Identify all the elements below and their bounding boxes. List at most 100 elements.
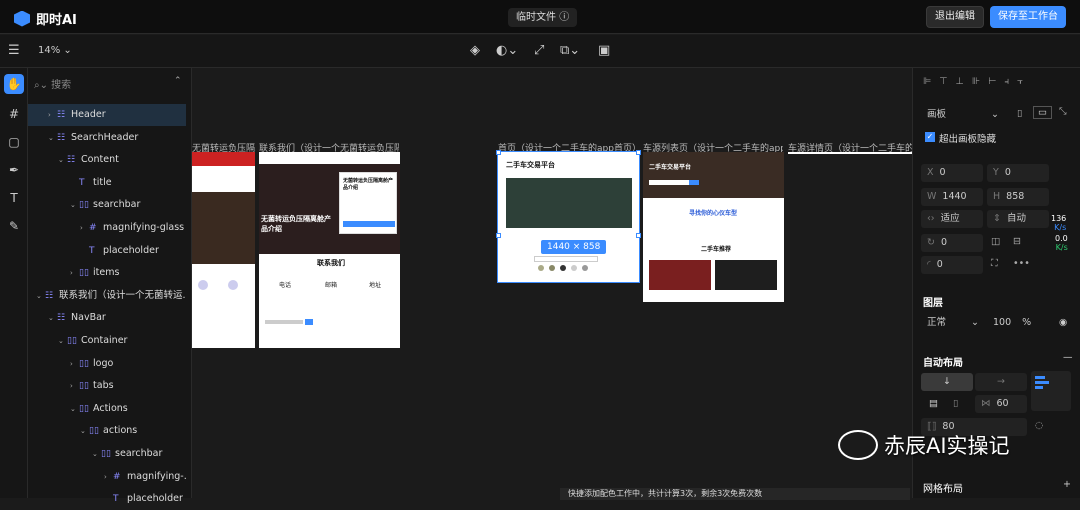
flip-v-icon[interactable]: ⊟ xyxy=(1013,236,1021,247)
frame-car-list[interactable]: 二手车交易平台 寻找你的心仪车型 二手车推荐 xyxy=(643,152,784,302)
expand-arrow-icon[interactable]: ⌄ xyxy=(70,194,79,216)
frame-icon[interactable]: ▣ xyxy=(598,44,610,58)
layer-item[interactable]: ⌄ ☷ NavBar xyxy=(28,307,186,329)
pen-tool-icon[interactable]: ✒ xyxy=(4,160,24,180)
expand-arrow-icon[interactable]: ⌄ xyxy=(58,149,67,171)
zoom-select[interactable]: 14% ⌄ xyxy=(38,45,72,56)
width-sizing-select[interactable]: ‹› 适应 xyxy=(921,210,983,228)
flip-h-icon[interactable]: ◫ xyxy=(991,236,1000,247)
layer-item[interactable]: ⌄ ☷ SearchHeader xyxy=(28,127,186,149)
height-sizing-select[interactable]: ⇕ 自动 xyxy=(987,210,1049,228)
brand-icons xyxy=(538,265,598,273)
add-grid-icon[interactable]: + xyxy=(1063,479,1071,490)
fit-icon[interactable]: ⤡ xyxy=(1059,106,1067,117)
menu-icon[interactable]: ☰ xyxy=(8,44,20,58)
resize-icon[interactable]: ⤢ xyxy=(534,44,544,58)
exit-edit-button[interactable]: 退出编辑 xyxy=(926,6,984,28)
landscape-icon[interactable]: ▭ xyxy=(1033,106,1052,119)
selection-handle[interactable] xyxy=(496,150,501,155)
info-icon[interactable]: ⓘ xyxy=(559,12,569,23)
layer-item[interactable]: T placeholder xyxy=(28,488,186,510)
expand-arrow-icon[interactable]: ⌄ xyxy=(48,127,57,149)
frame-app-home[interactable]: 二手车交易平台 xyxy=(497,151,640,283)
expand-arrow-icon[interactable]: ⌄ xyxy=(48,307,57,329)
remove-auto-layout-icon[interactable]: — xyxy=(1063,352,1073,363)
frame-car-detail[interactable] xyxy=(788,152,912,154)
gap-field[interactable]: ⋈ 60 xyxy=(975,395,1027,413)
layer-type-icon: # xyxy=(89,223,97,233)
layer-item[interactable]: T title xyxy=(28,172,186,194)
expand-arrow-icon[interactable]: ⌄ xyxy=(70,398,79,420)
watermark: 赤辰AI实操记 xyxy=(838,430,1010,460)
selection-handle[interactable] xyxy=(636,233,641,238)
direction-horizontal-button[interactable]: → xyxy=(975,373,1027,391)
x-field[interactable]: X0 xyxy=(921,164,983,182)
expand-arrow-icon[interactable]: ⌄ xyxy=(92,443,101,465)
layer-item[interactable]: › ▯▯ logo xyxy=(28,353,186,375)
rotation-field[interactable]: ↻ 0 xyxy=(921,234,983,252)
visibility-eye-icon[interactable]: ◉ xyxy=(1059,317,1067,328)
layer-label: NavBar xyxy=(71,312,106,324)
selection-handle[interactable] xyxy=(496,233,501,238)
collapse-icon[interactable]: ⌃ xyxy=(174,76,182,86)
height-field[interactable]: H 858 xyxy=(987,188,1049,206)
layer-item[interactable]: ⌄ ▯▯ actions xyxy=(28,420,186,442)
layer-item[interactable]: › ☷ Header xyxy=(28,104,186,126)
app-logo[interactable]: 即时AI xyxy=(14,9,77,28)
expand-arrow-icon[interactable]: › xyxy=(80,217,89,239)
component-icon[interactable]: ◈ xyxy=(470,44,480,58)
rectangle-tool-icon[interactable]: ▢ xyxy=(4,132,24,152)
expand-arrow-icon[interactable]: › xyxy=(70,375,79,397)
layer-item[interactable]: ⌄ ☷ 联系我们（设计一个无菌转运... xyxy=(28,285,186,307)
layer-item[interactable]: ⌄ ▯▯ searchbar xyxy=(28,443,186,465)
layer-search[interactable]: ⌕⌄ 搜索 xyxy=(34,76,71,91)
expand-arrow-icon[interactable]: › xyxy=(70,353,79,375)
selection-handle[interactable] xyxy=(636,150,641,155)
frame-tool-icon[interactable]: # xyxy=(4,104,24,124)
frame-product[interactable] xyxy=(192,152,255,348)
canvas[interactable]: 无菌转运负压隔... 联系我们（设计一个无菌转运负压隔... 首页（设计一个二手… xyxy=(192,68,912,498)
alignment-grid[interactable] xyxy=(1031,371,1071,411)
opacity-field[interactable]: 100 % xyxy=(987,314,1031,332)
radius-field[interactable]: ◜ 0 xyxy=(921,256,983,274)
align-icons[interactable]: ⊫⊤⊥⊪⊢⫞⫟ xyxy=(923,76,1031,87)
layer-item[interactable]: ⌄ ☷ Content xyxy=(28,149,186,171)
layer-item[interactable]: ›# magnifying-... xyxy=(28,466,186,488)
width-field[interactable]: W 1440 xyxy=(921,188,983,206)
expand-arrow-icon[interactable]: ⌄ xyxy=(80,420,89,442)
layer-type-icon: ▯▯ xyxy=(79,268,89,279)
frame-image xyxy=(192,192,255,264)
corners-icon[interactable]: ⛶ xyxy=(991,258,998,269)
pencil-tool-icon[interactable]: ✎ xyxy=(4,216,24,236)
layer-item[interactable]: › ▯▯ items xyxy=(28,262,186,284)
layer-item[interactable]: › ▯▯ tabs xyxy=(28,375,186,397)
frame-type-select[interactable]: 画板 ⌄ xyxy=(921,106,1005,124)
expand-arrow-icon[interactable]: › xyxy=(48,104,57,126)
expand-arrow-icon[interactable]: › xyxy=(70,262,79,284)
boolean-icon[interactable]: ⧉⌄ xyxy=(560,44,580,58)
portrait-icon[interactable]: ▯ xyxy=(1017,108,1022,119)
expand-arrow-icon[interactable]: ⌄ xyxy=(58,330,67,352)
expand-arrow-icon[interactable]: ⌄ xyxy=(36,285,45,307)
y-field[interactable]: Y0 xyxy=(987,164,1049,182)
hand-tool-icon[interactable]: ✋ xyxy=(4,74,24,94)
layer-item[interactable]: ⌄ ▯▯ Actions xyxy=(28,398,186,420)
status-toast: 快捷添加配色工作中，共计计算3次，剩余3次免费次数 xyxy=(560,488,910,500)
clip-checkbox[interactable]: ✓ xyxy=(925,132,935,142)
wrap-icon[interactable]: ▤ xyxy=(929,398,938,409)
expand-arrow-icon[interactable]: › xyxy=(104,466,113,488)
layer-item[interactable]: › # magnifying-glass xyxy=(28,217,186,239)
blend-mode-select[interactable]: 正常 ⌄ xyxy=(921,314,983,332)
more-icon[interactable]: ••• xyxy=(1013,258,1030,269)
frame-contact[interactable]: 无菌转运负压隔离舱产品介绍 无菌转运负压隔离舱产品介绍 联系我们 电话 邮箱 地… xyxy=(259,152,400,348)
layer-item[interactable]: T placeholder xyxy=(28,240,186,262)
text-tool-icon[interactable]: T xyxy=(4,188,24,208)
layer-item[interactable]: ⌄ ▯▯ searchbar xyxy=(28,194,186,216)
fill-icon[interactable]: ◐⌄ xyxy=(496,44,518,58)
direction-vertical-button[interactable]: ↓ xyxy=(921,373,973,391)
padding-options-icon[interactable]: ◌ xyxy=(1035,420,1043,431)
save-to-workspace-button[interactable]: 保存至工作台 xyxy=(990,6,1066,28)
document-title[interactable]: 临时文件 ⓘ xyxy=(508,8,578,27)
layer-item[interactable]: ⌄ ▯▯ Container xyxy=(28,330,186,352)
stack-icon[interactable]: ▯ xyxy=(953,398,958,409)
